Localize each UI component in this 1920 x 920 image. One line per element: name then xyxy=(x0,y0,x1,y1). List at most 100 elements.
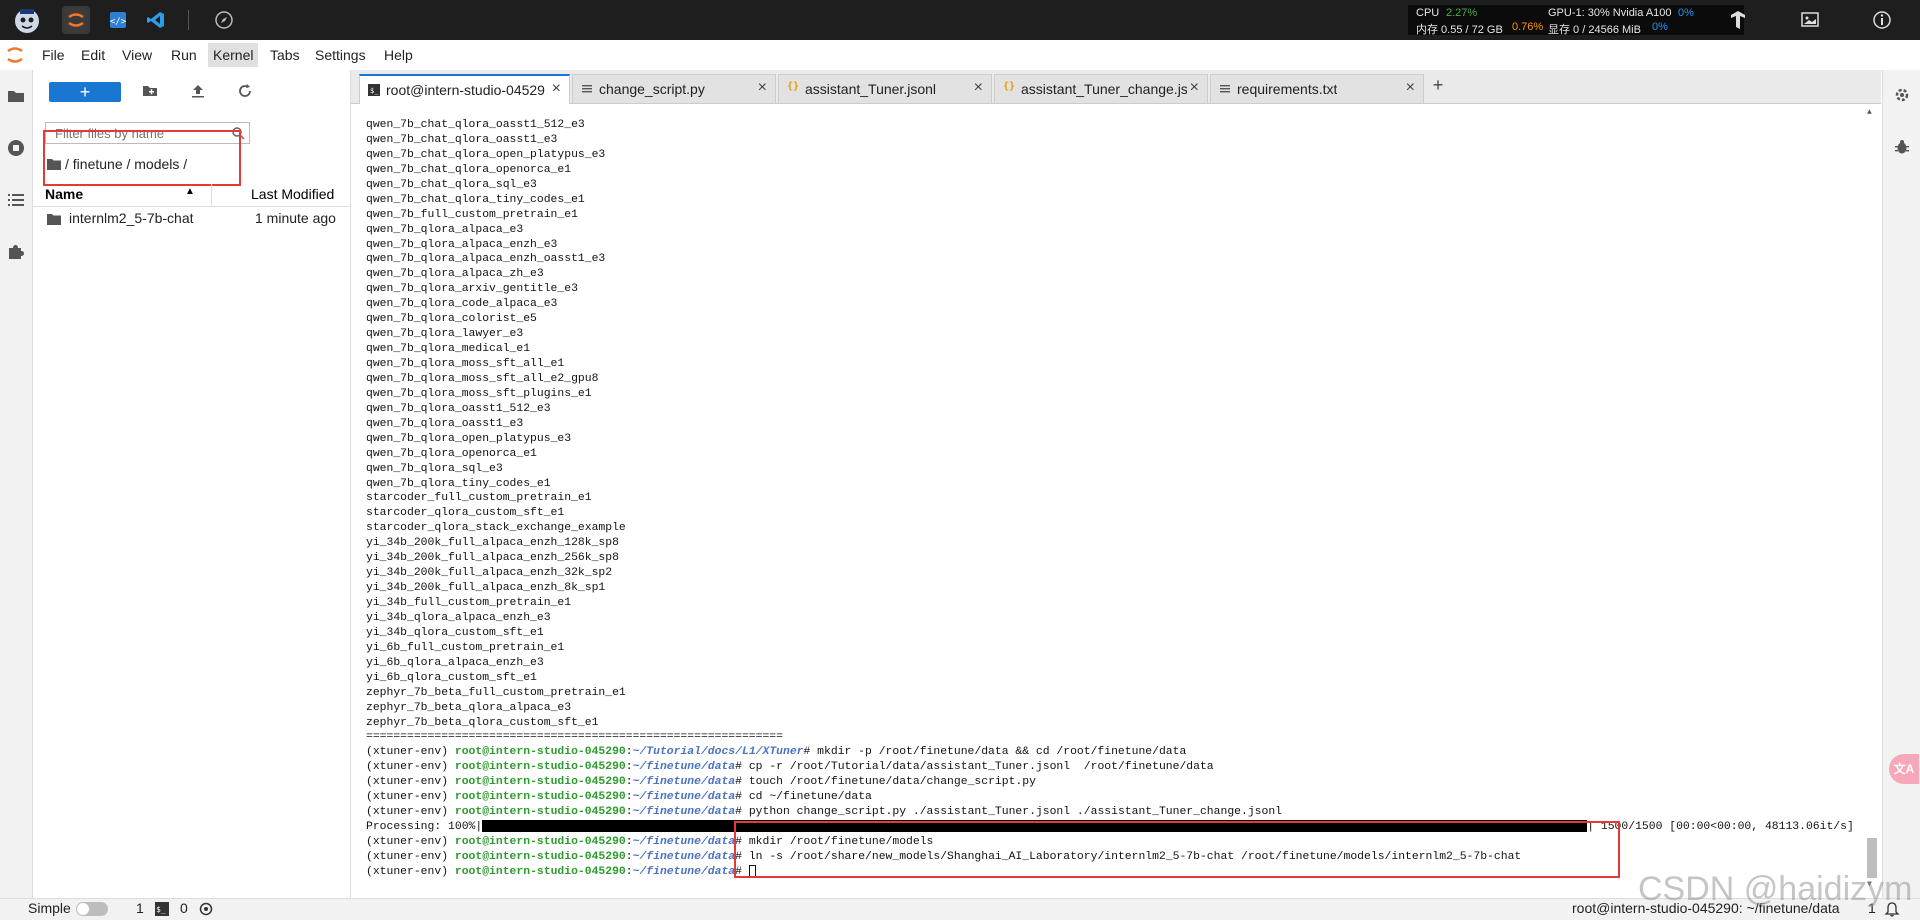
terminal-line: qwen_7b_qlora_alpaca_enzh_e3 xyxy=(366,238,1856,253)
terminal-line: qwen_7b_qlora_alpaca_zh_e3 xyxy=(366,267,1856,282)
terminal-line: yi_34b_200k_full_alpaca_enzh_8k_sp1 xyxy=(366,581,1856,596)
close-icon[interactable]: × xyxy=(758,79,767,97)
terminal-line: qwen_7b_qlora_openorca_e1 xyxy=(366,447,1856,462)
terminal-line: yi_34b_200k_full_alpaca_enzh_128k_sp8 xyxy=(366,536,1856,551)
tab-label: requirements.txt xyxy=(1237,81,1338,97)
config-name: qwen_7b_qlora_moss_sft_all_e1 xyxy=(366,358,565,370)
image-view-icon[interactable] xyxy=(1796,6,1824,34)
prompt-colon: : xyxy=(625,761,633,774)
simple-mode-toggle[interactable] xyxy=(76,902,108,916)
prompt-user: root@intern-studio-045290 xyxy=(454,746,626,759)
terminal-line: qwen_7b_qlora_oasst1_512_e3 xyxy=(366,402,1856,417)
tab-assistant-tuner[interactable]: {} assistant_Tuner.jsonl × xyxy=(778,74,992,103)
prompt-path: ~/finetune/data xyxy=(632,865,736,878)
tab-assistant-tuner-change[interactable]: {} assistant_Tuner_change.jsc × xyxy=(994,74,1208,103)
mem-value: 0.76% xyxy=(1512,21,1544,33)
kernel-status-icon[interactable] xyxy=(199,902,213,916)
terminal-line: yi_34b_200k_full_alpaca_enzh_32k_sp2 xyxy=(366,566,1856,581)
prompt-user: root@intern-studio-045290 xyxy=(454,850,626,863)
top-bar: </> CPU 2.27% 内存 0.55 / 72 GB 0.76% GPU-… xyxy=(0,0,1920,40)
cpu-label: CPU xyxy=(1416,7,1440,19)
prompt-colon: : xyxy=(625,836,633,848)
config-name: qwen_7b_chat_qlora_tiny_codes_e1 xyxy=(366,193,585,206)
terminal-panel[interactable]: qwen_7b_chat_qlora_oasst1_512_e3 qwen_7b_… xyxy=(351,104,1881,898)
terminal-line: (xtuner-env) root@intern-studio-045290:~… xyxy=(366,760,1856,775)
debugger-icon[interactable] xyxy=(1893,138,1911,156)
terminal-line: starcoder_full_custom_pretrain_e1 xyxy=(366,491,1856,506)
menu-kernel[interactable]: Kernel xyxy=(208,43,259,67)
terminal-scrollbar[interactable]: ▲ ▼ xyxy=(1865,108,1879,892)
new-folder-icon[interactable] xyxy=(141,82,161,102)
terminal-output: qwen_7b_chat_qlora_oasst1_512_e3 qwen_7b_… xyxy=(366,118,1856,880)
terminal-line: qwen_7b_chat_qlora_tiny_codes_e1 xyxy=(366,193,1856,208)
terminal-line: qwen_7b_qlora_alpaca_enzh_oasst1_e3 xyxy=(366,252,1856,267)
floating-translate-icon[interactable]: 文A xyxy=(1889,754,1919,784)
terminal-line: qwen_7b_qlora_lawyer_e3 xyxy=(366,327,1856,342)
column-name[interactable]: Name xyxy=(45,186,83,202)
intern-logo-icon[interactable] xyxy=(10,3,44,37)
config-name: zephyr_7b_beta_qlora_alpaca_e3 xyxy=(366,701,572,714)
watermark: CSDN @haidizym xyxy=(1638,870,1913,908)
menu-file[interactable]: File xyxy=(42,47,65,63)
config-name: starcoder_full_custom_pretrain_e1 xyxy=(366,492,592,505)
toggle-knob xyxy=(77,903,89,915)
prompt-env: (xtuner-env) xyxy=(366,850,455,863)
file-row[interactable]: internlm2_5-7b-chat 1 minute ago xyxy=(33,208,350,230)
terminals-count[interactable]: 1 xyxy=(136,900,144,916)
kernels-count[interactable]: 0 xyxy=(180,900,188,916)
jupyter-icon[interactable] xyxy=(62,6,90,34)
extension-icon[interactable] xyxy=(6,242,26,262)
prompt-hash: # xyxy=(735,850,749,863)
terminal-line: qwen_7b_chat_qlora_sql_e3 xyxy=(366,178,1856,193)
svg-text:</>: </> xyxy=(110,17,127,27)
prompt-path: ~/finetune/data xyxy=(632,850,736,863)
sort-ascending-icon[interactable]: ▲ xyxy=(185,186,195,197)
folder-icon xyxy=(47,212,61,225)
menu-view[interactable]: View xyxy=(122,47,152,63)
config-name: qwen_7b_chat_qlora_open_platypus_e3 xyxy=(366,148,606,161)
code-editor-icon[interactable]: </> xyxy=(104,6,132,34)
menu-tabs[interactable]: Tabs xyxy=(270,47,300,63)
menu-run[interactable]: Run xyxy=(171,47,197,63)
tab-requirements[interactable]: requirements.txt × xyxy=(1210,74,1424,103)
config-name: yi_34b_200k_full_alpaca_enzh_8k_sp1 xyxy=(366,582,606,595)
file-name[interactable]: internlm2_5-7b-chat xyxy=(69,210,194,226)
toolbar-divider xyxy=(188,10,189,30)
info-icon[interactable] xyxy=(1868,6,1896,34)
config-name: qwen_7b_chat_qlora_sql_e3 xyxy=(366,178,537,191)
table-of-contents-icon[interactable] xyxy=(6,190,26,210)
menu-edit[interactable]: Edit xyxy=(81,47,105,63)
terminal-line: (xtuner-env) root@intern-studio-045290:~… xyxy=(366,805,1856,820)
terminal-line: starcoder_qlora_stack_exchange_example xyxy=(366,521,1856,536)
close-icon[interactable]: × xyxy=(1406,79,1415,97)
folder-icon[interactable] xyxy=(6,86,26,106)
prompt-path: ~/finetune/data xyxy=(632,791,736,804)
upload-icon[interactable] xyxy=(189,82,209,102)
compass-icon[interactable] xyxy=(210,6,238,34)
close-icon[interactable]: × xyxy=(1190,79,1199,97)
tab-label: change_script.py xyxy=(599,81,705,97)
filter-files-input[interactable] xyxy=(45,122,250,144)
menu-help[interactable]: Help xyxy=(384,47,413,63)
terminal-line: qwen_7b_qlora_moss_sft_all_e1 xyxy=(366,357,1856,372)
tab-change-script[interactable]: change_script.py × xyxy=(572,74,776,103)
terminal-status-icon[interactable]: $_ xyxy=(155,902,169,916)
progress-stats: | 1500/1500 [00:00<00:00, 48113.06it/s] xyxy=(1587,821,1854,834)
tensorflow-icon[interactable] xyxy=(1724,6,1752,34)
property-inspector-icon[interactable] xyxy=(1893,86,1911,104)
new-launcher-button[interactable]: + xyxy=(49,82,121,102)
breadcrumb-folder-icon[interactable] xyxy=(47,157,61,170)
scroll-up-icon[interactable]: ▲ xyxy=(1867,108,1872,117)
close-icon[interactable]: × xyxy=(974,79,983,97)
refresh-icon[interactable] xyxy=(236,82,256,102)
prompt-hash: # xyxy=(735,806,749,819)
breadcrumb-path[interactable]: / finetune / models / xyxy=(65,156,187,172)
add-tab-button[interactable]: + xyxy=(1426,74,1450,98)
column-last-modified[interactable]: Last Modified xyxy=(251,186,334,202)
tab-terminal[interactable]: $_ root@intern-studio-04529 × xyxy=(359,74,570,104)
close-icon[interactable]: × xyxy=(552,80,561,98)
vscode-icon[interactable] xyxy=(142,6,170,34)
running-icon[interactable] xyxy=(6,138,26,158)
activity-bar xyxy=(0,70,33,898)
menu-settings[interactable]: Settings xyxy=(315,47,366,63)
